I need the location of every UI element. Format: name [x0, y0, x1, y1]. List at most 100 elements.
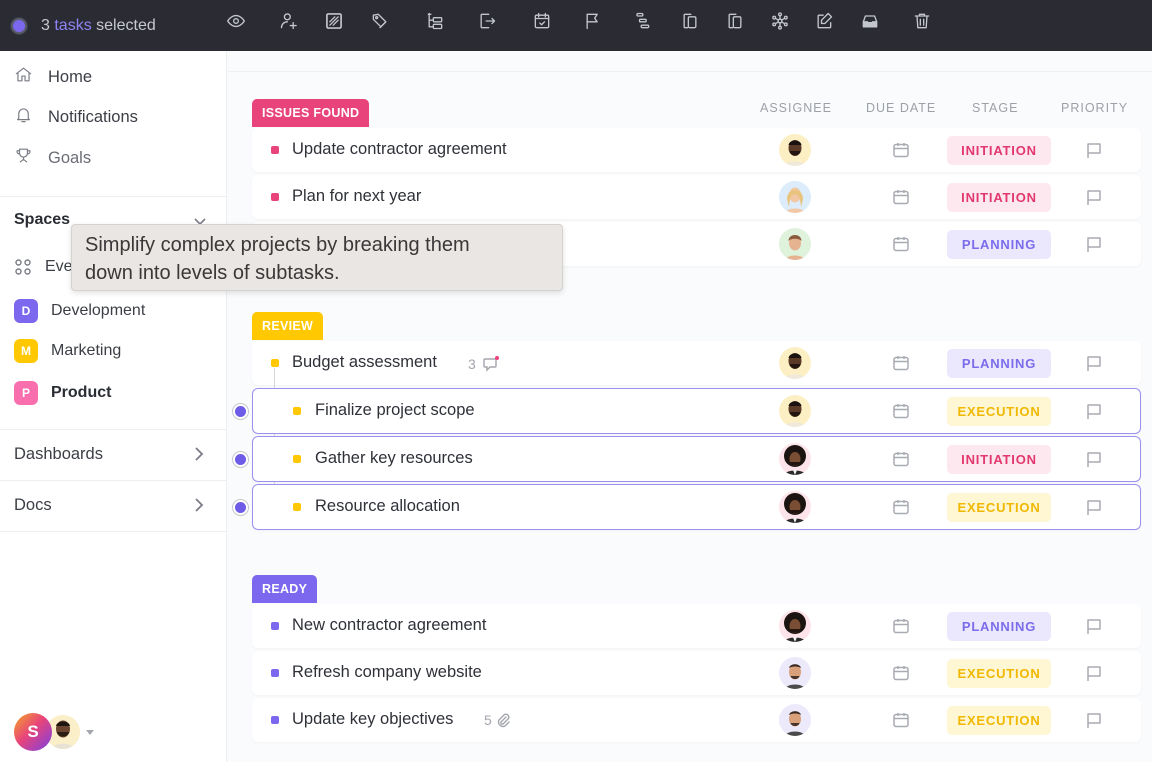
- assignee-avatar[interactable]: [779, 610, 811, 642]
- status-icon[interactable]: [322, 9, 346, 33]
- priority-flag-icon[interactable]: [1084, 353, 1104, 373]
- priority-flag-icon[interactable]: [1084, 140, 1104, 160]
- subtask-row-selected[interactable]: Gather key resources INITIATION: [252, 436, 1141, 482]
- selection-radio[interactable]: [232, 451, 249, 468]
- sidebar-space-marketing[interactable]: M Marketing: [14, 336, 121, 366]
- sidebar-item-notifications[interactable]: Notifications: [0, 97, 226, 137]
- priority-flag-icon[interactable]: [1084, 663, 1104, 683]
- group-tag-issues-found[interactable]: ISSUES FOUND: [252, 99, 370, 127]
- subtask-row-selected[interactable]: Resource allocation EXECUTION: [252, 484, 1141, 530]
- sidebar-space-product[interactable]: P Product: [14, 378, 111, 408]
- sidebar-item-everything[interactable]: Eve: [14, 252, 73, 282]
- priority-flag-icon[interactable]: [1084, 401, 1104, 421]
- priority-flag-icon[interactable]: [1084, 497, 1104, 517]
- calendar-icon[interactable]: [892, 711, 910, 729]
- attachment-count[interactable]: 5: [484, 712, 511, 728]
- comment-count[interactable]: 3: [468, 355, 500, 373]
- task-name[interactable]: Finalize project scope: [315, 401, 475, 420]
- task-row[interactable]: Refresh company website EXECUTION: [252, 651, 1141, 695]
- assignee-avatar[interactable]: [779, 491, 811, 523]
- stage-badge[interactable]: PLANNING: [947, 612, 1051, 641]
- calendar-icon[interactable]: [892, 498, 910, 516]
- task-row[interactable]: New contractor agreement PLANNING: [252, 604, 1141, 648]
- assignee-avatar[interactable]: [779, 704, 811, 736]
- archive-inbox-icon[interactable]: [858, 9, 882, 33]
- task-row[interactable]: Budget assessment 3 PLANNING: [252, 341, 1141, 385]
- calendar-icon[interactable]: [892, 402, 910, 420]
- task-name[interactable]: Plan for next year: [292, 187, 421, 206]
- sidebar-item-label: Home: [48, 67, 93, 86]
- sidebar-section-docs[interactable]: Docs: [0, 480, 226, 530]
- calendar-icon[interactable]: [892, 664, 910, 682]
- add-assignee-icon[interactable]: [277, 9, 301, 33]
- sidebar-item-home[interactable]: Home: [0, 57, 226, 97]
- tooltip-line: down into levels of subtasks.: [85, 262, 340, 284]
- task-row[interactable]: Plan for next year INITIATION: [252, 175, 1141, 219]
- task-name[interactable]: Gather key resources: [315, 449, 473, 468]
- column-header-stage[interactable]: STAGE: [972, 101, 1018, 115]
- selection-dot-icon[interactable]: [11, 17, 27, 34]
- priority-flag-icon[interactable]: [581, 9, 605, 33]
- duplicate-icon[interactable]: [678, 9, 702, 33]
- eye-icon[interactable]: [224, 9, 248, 33]
- edit-icon[interactable]: [812, 9, 836, 33]
- assignee-avatar[interactable]: [779, 134, 811, 166]
- priority-flag-icon[interactable]: [1084, 616, 1104, 636]
- task-row[interactable]: Update contractor agreement INITIATION: [252, 128, 1141, 172]
- stage-badge[interactable]: INITIATION: [947, 136, 1051, 165]
- column-header-due-date[interactable]: DUE DATE: [866, 101, 936, 115]
- calendar-icon[interactable]: [892, 617, 910, 635]
- assignee-avatar[interactable]: [779, 443, 811, 475]
- stage-badge[interactable]: EXECUTION: [947, 706, 1051, 735]
- assignee-avatar[interactable]: [779, 657, 811, 689]
- copy-icon[interactable]: [723, 9, 747, 33]
- stage-badge[interactable]: PLANNING: [947, 349, 1051, 378]
- chevron-right-icon: [194, 446, 204, 467]
- calendar-icon[interactable]: [892, 141, 910, 159]
- sidebar-space-development[interactable]: D Development: [14, 296, 145, 326]
- task-row[interactable]: Update key objectives 5 EXECUTION: [252, 698, 1141, 742]
- priority-flag-icon[interactable]: [1084, 710, 1104, 730]
- dependencies-icon[interactable]: [630, 9, 654, 33]
- assignee-avatar[interactable]: [779, 395, 811, 427]
- relationships-icon[interactable]: [768, 9, 792, 33]
- user-menu[interactable]: S: [14, 712, 94, 752]
- stage-badge[interactable]: INITIATION: [947, 445, 1051, 474]
- space-avatar: D: [14, 299, 38, 323]
- stage-badge[interactable]: EXECUTION: [947, 397, 1051, 426]
- subtask-row-selected[interactable]: Finalize project scope EXECUTION: [252, 388, 1141, 434]
- task-name[interactable]: Budget assessment: [292, 353, 437, 372]
- sidebar-item-goals[interactable]: Goals: [0, 138, 226, 178]
- stage-badge[interactable]: EXECUTION: [947, 659, 1051, 688]
- subtasks-icon[interactable]: [423, 9, 447, 33]
- selection-radio[interactable]: [232, 403, 249, 420]
- selection-radio[interactable]: [232, 499, 249, 516]
- task-name[interactable]: Update contractor agreement: [292, 140, 507, 159]
- calendar-icon[interactable]: [892, 188, 910, 206]
- calendar-icon[interactable]: [892, 235, 910, 253]
- calendar-icon[interactable]: [892, 450, 910, 468]
- assignee-avatar[interactable]: [779, 181, 811, 213]
- tag-icon[interactable]: [368, 9, 392, 33]
- group-tag-ready[interactable]: READY: [252, 575, 318, 603]
- task-name[interactable]: Update key objectives: [292, 710, 453, 729]
- stage-badge[interactable]: EXECUTION: [947, 493, 1051, 522]
- task-name[interactable]: Refresh company website: [292, 663, 482, 682]
- calendar-icon[interactable]: [892, 354, 910, 372]
- stage-badge[interactable]: PLANNING: [947, 230, 1051, 259]
- column-header-priority[interactable]: PRIORITY: [1061, 101, 1128, 115]
- column-header-assignee[interactable]: ASSIGNEE: [760, 101, 832, 115]
- move-icon[interactable]: [475, 9, 499, 33]
- priority-flag-icon[interactable]: [1084, 187, 1104, 207]
- assignee-avatar[interactable]: [779, 347, 811, 379]
- group-tag-review[interactable]: REVIEW: [252, 312, 324, 340]
- trash-icon[interactable]: [910, 9, 934, 33]
- task-name[interactable]: Resource allocation: [315, 497, 460, 516]
- stage-badge[interactable]: INITIATION: [947, 183, 1051, 212]
- priority-flag-icon[interactable]: [1084, 449, 1104, 469]
- sidebar-section-dashboards[interactable]: Dashboards: [0, 429, 226, 479]
- assignee-avatar[interactable]: [779, 228, 811, 260]
- task-name[interactable]: New contractor agreement: [292, 616, 486, 635]
- due-date-icon[interactable]: [530, 9, 554, 33]
- priority-flag-icon[interactable]: [1084, 234, 1104, 254]
